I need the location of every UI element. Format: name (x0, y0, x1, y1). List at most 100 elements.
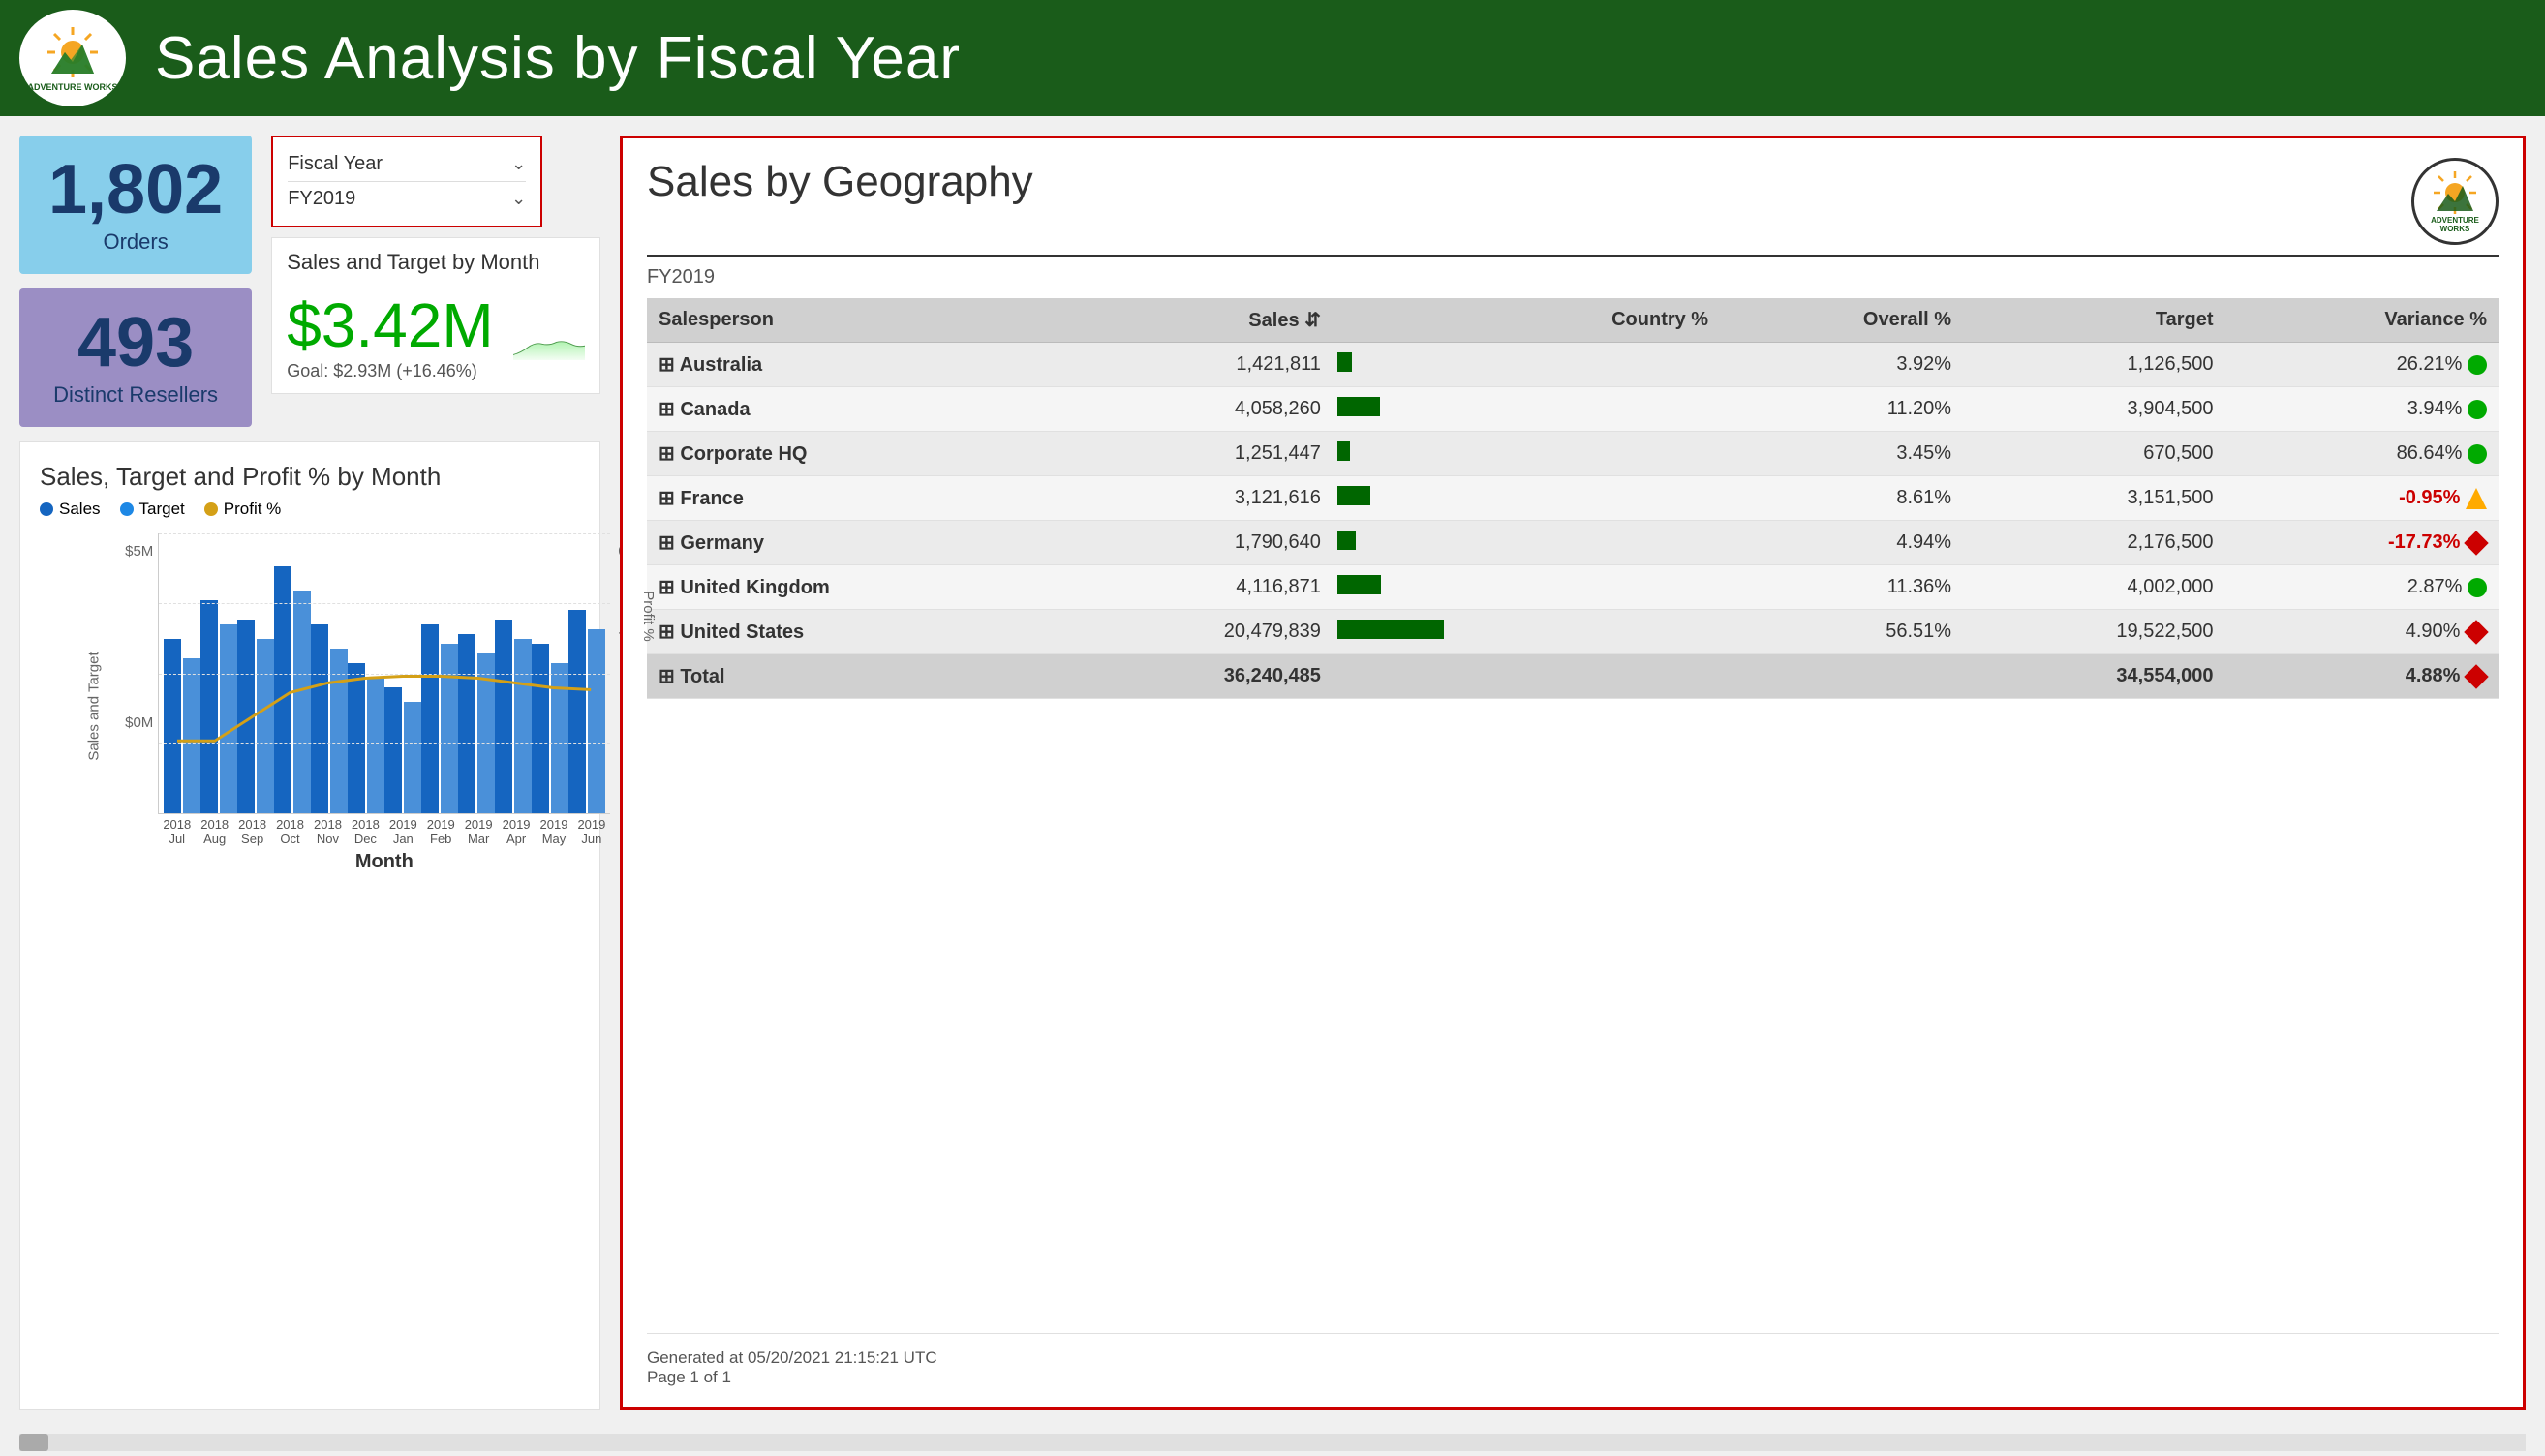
cell-bar (1333, 565, 1458, 610)
orders-label: Orders (48, 229, 223, 255)
sparkline-section: Sales and Target by Month $3.42M Goal: $… (271, 237, 600, 394)
geo-table: Salesperson Sales ⇵ Country % Overall % … (647, 298, 2499, 699)
cell-variance: -0.95% (2225, 476, 2499, 521)
x-label-mar19: 2019Mar (460, 817, 498, 846)
geo-title: Sales by Geography (647, 158, 1033, 206)
x-label-feb19: 2019Feb (422, 817, 460, 846)
cell-variance: 4.88% (2225, 654, 2499, 699)
cell-country-pct (1458, 565, 1720, 610)
x-label-nov18: 2018Nov (309, 817, 347, 846)
fiscal-year-filter-value-row[interactable]: FY2019 ⌄ (288, 182, 526, 216)
month-group-sep18 (237, 620, 274, 813)
cell-sales: 3,121,616 (1070, 476, 1332, 521)
month-group-apr19 (495, 620, 532, 813)
sparkline-title: Sales and Target by Month (287, 250, 585, 275)
bottom-scrollbar[interactable] (19, 1434, 2526, 1451)
geo-logo: ADVENTUREWORKS (2411, 158, 2499, 245)
orders-value: 1,802 (48, 155, 223, 225)
month-group-nov18 (311, 624, 348, 813)
table-row: ⊞ Total 36,240,485 34,554,000 4.88% (647, 654, 2499, 699)
bar-target-feb19 (441, 644, 458, 813)
month-group-jun19 (568, 610, 605, 813)
col-header-salesperson: Salesperson (647, 298, 1070, 343)
x-label-may19: 2019May (536, 817, 573, 846)
bar-target-dec18 (367, 678, 384, 813)
bar-sales-jun19 (568, 610, 586, 813)
x-label-jul18: 2018Jul (158, 817, 196, 846)
bar-target-aug18 (220, 624, 237, 813)
cell-sales: 1,790,640 (1070, 521, 1332, 565)
cell-overall-pct: 11.36% (1720, 565, 1963, 610)
bar-sales-aug18 (200, 600, 218, 813)
cell-country-pct (1458, 521, 1720, 565)
bar-target-mar19 (477, 653, 495, 813)
cell-variance: 26.21% (2225, 343, 2499, 387)
y-label-5m: $5M (125, 543, 153, 560)
geo-header: Sales by Geography (647, 158, 2499, 257)
legend-sales: Sales (40, 500, 101, 519)
logo: ADVENTURE WORKS (19, 10, 126, 106)
fiscal-year-label: Fiscal Year (288, 153, 383, 175)
bar-target-may19 (551, 663, 568, 813)
x-label-jun19: 2019Jun (572, 817, 610, 846)
page-info: Page 1 of 1 (647, 1368, 2499, 1387)
cell-variance: 4.90% (2225, 610, 2499, 654)
cell-salesperson: ⊞ Total (647, 654, 1070, 699)
y-axis-right-title: Profit % (640, 591, 657, 642)
geo-footer: Generated at 05/20/2021 21:15:21 UTC Pag… (647, 1333, 2499, 1387)
resellers-label: Distinct Resellers (48, 382, 223, 408)
target-legend-label: Target (139, 500, 185, 519)
cell-salesperson: ⊞ France (647, 476, 1070, 521)
bar-target-nov18 (330, 649, 348, 813)
chart-legend: Sales Target Profit % (40, 500, 580, 519)
col-header-country-pct: Country % (1458, 298, 1720, 343)
y-axis-left-title: Sales and Target (86, 652, 103, 760)
bar-sales-feb19 (421, 624, 439, 813)
cell-country-pct (1458, 387, 1720, 432)
cell-target: 2,176,500 (1963, 521, 2224, 565)
cell-overall-pct: 3.92% (1720, 343, 1963, 387)
filter-box[interactable]: Fiscal Year ⌄ FY2019 ⌄ (271, 136, 542, 228)
bar-target-sep18 (257, 639, 274, 813)
bar-target-jul18 (183, 658, 200, 813)
cell-overall-pct: 4.94% (1720, 521, 1963, 565)
cell-sales: 1,421,811 (1070, 343, 1332, 387)
cell-overall-pct: 3.45% (1720, 432, 1963, 476)
cell-overall-pct: 8.61% (1720, 476, 1963, 521)
main-content: 1,802 Orders 493 Distinct Resellers Fisc… (0, 116, 2545, 1429)
bar-target-jun19 (588, 629, 605, 813)
chevron-down-icon-2: ⌄ (511, 189, 526, 209)
resellers-kpi: 493 Distinct Resellers (19, 288, 252, 427)
resellers-value: 493 (48, 308, 223, 378)
x-axis-title: Month (158, 851, 610, 873)
cell-sales: 4,116,871 (1070, 565, 1332, 610)
bar-sales-oct18 (274, 566, 291, 813)
bar-sales-mar19 (458, 634, 475, 813)
cell-variance: 2.87% (2225, 565, 2499, 610)
col-header-variance: Variance % (2225, 298, 2499, 343)
logo-sun-icon (44, 23, 102, 81)
bar-sales-nov18 (311, 624, 328, 813)
profit-legend-label: Profit % (224, 500, 282, 519)
cell-sales: 1,251,447 (1070, 432, 1332, 476)
sales-legend-dot (40, 502, 53, 516)
cell-bar (1333, 387, 1458, 432)
cell-target: 19,522,500 (1963, 610, 2224, 654)
left-panel: 1,802 Orders 493 Distinct Resellers Fisc… (19, 136, 600, 1410)
y-axis-left-labels: $5M Sales and Target $0M (40, 533, 153, 775)
table-row: ⊞ United Kingdom 4,116,871 11.36% 4,002,… (647, 565, 2499, 610)
bars-wrapper: 2018Jul 2018Aug 2018Sep 2018Oct 2018Nov … (158, 533, 610, 873)
scrollbar-thumb[interactable] (19, 1434, 48, 1451)
cell-variance: 3.94% (2225, 387, 2499, 432)
cell-salesperson: ⊞ Canada (647, 387, 1070, 432)
geo-logo-sun-icon (2431, 168, 2479, 217)
table-row: ⊞ Canada 4,058,260 11.20% 3,904,500 3.94… (647, 387, 2499, 432)
logo-text: ADVENTURE WORKS (27, 83, 117, 93)
target-legend-dot (120, 502, 134, 516)
kpi-cards: 1,802 Orders 493 Distinct Resellers (19, 136, 252, 427)
cell-sales: 20,479,839 (1070, 610, 1332, 654)
cell-bar (1333, 521, 1458, 565)
fiscal-year-filter-title-row[interactable]: Fiscal Year ⌄ (288, 147, 526, 182)
fiscal-year-value: FY2019 (288, 188, 355, 210)
month-group-jan19 (384, 687, 421, 813)
